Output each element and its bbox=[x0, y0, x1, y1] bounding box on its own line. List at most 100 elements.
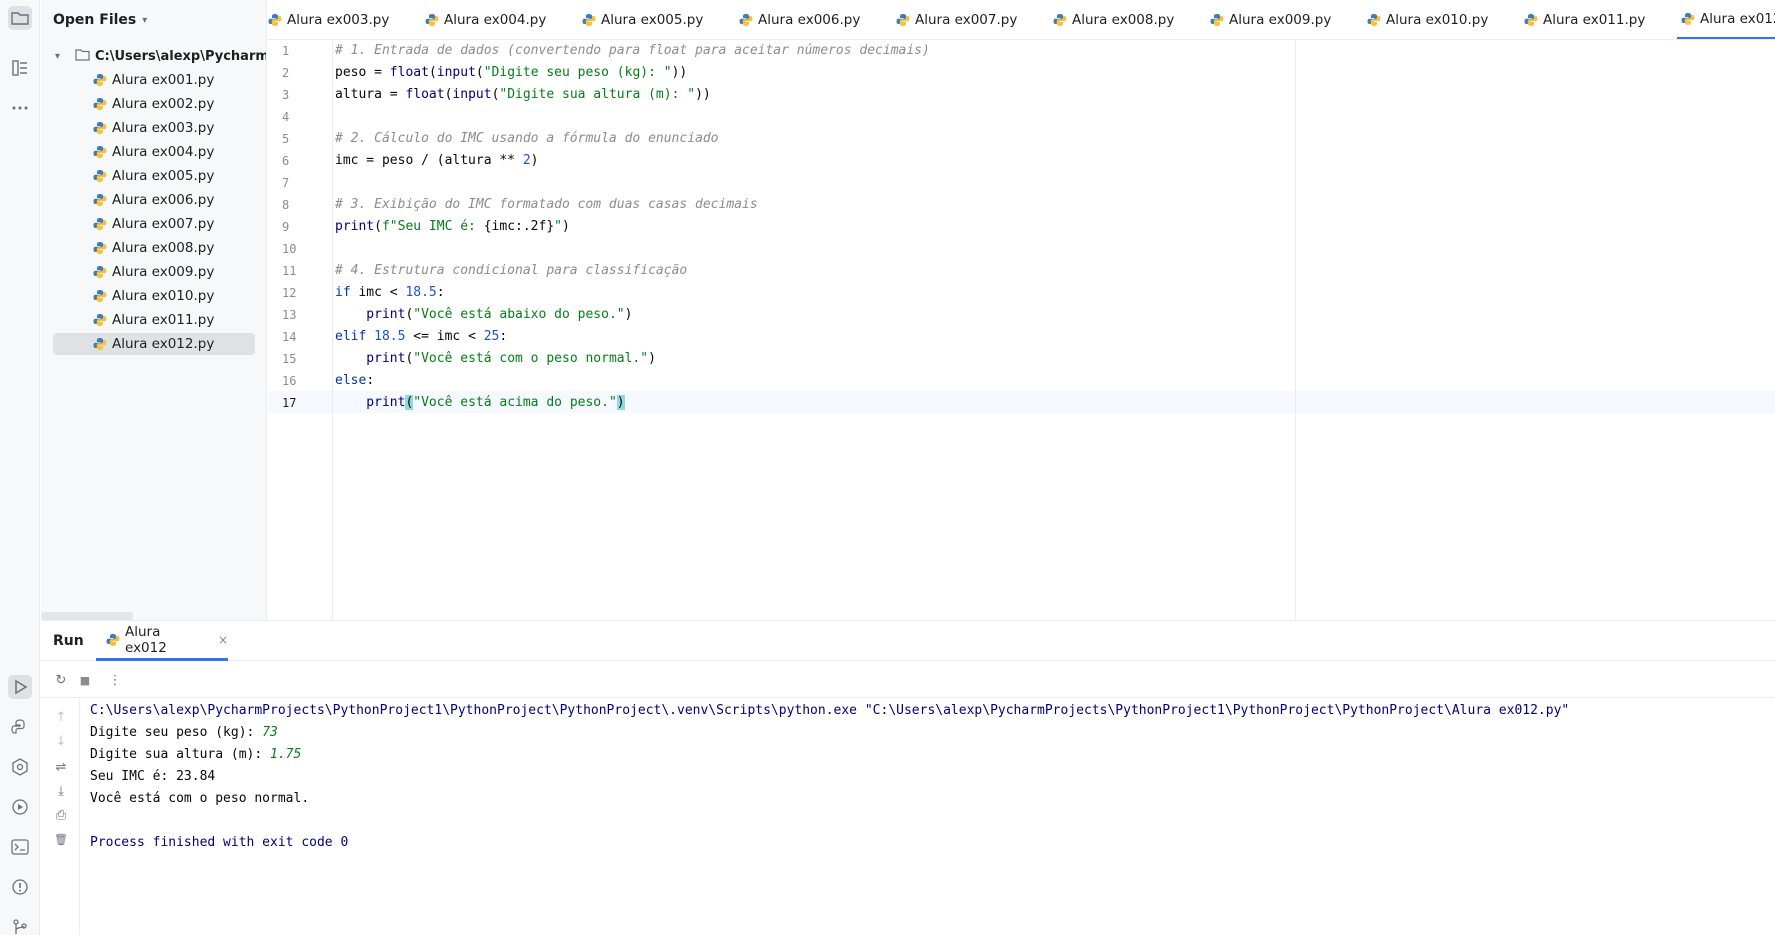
tree-file-item[interactable]: Alura ex006.py bbox=[53, 189, 255, 211]
line-number: 12 bbox=[282, 286, 297, 300]
run-toolbar: ↻ ■ ⋮ bbox=[41, 662, 1775, 698]
tree-file-item[interactable]: Alura ex008.py bbox=[53, 237, 255, 259]
line-number: 6 bbox=[282, 154, 290, 168]
code-token: : bbox=[366, 373, 375, 388]
editor-tab-label: Alura ex007.py bbox=[915, 12, 1018, 28]
comment: # 4. Estrutura condicional para classifi… bbox=[335, 263, 688, 278]
python-packages-icon[interactable] bbox=[8, 715, 32, 739]
editor-tab[interactable]: Alura ex006.py bbox=[735, 0, 868, 39]
code-line: altura = float(input("Digite sua altura … bbox=[335, 84, 711, 106]
console-line: Digite seu peso (kg): 73 bbox=[90, 722, 278, 744]
console-input: 1.75 bbox=[270, 747, 302, 762]
console-output-imc: Seu IMC é: 23.84 bbox=[90, 769, 216, 784]
editor-tab-label: Alura ex010.py bbox=[1386, 12, 1489, 28]
project-panel: Open Files ▾ ▾ C:\Users\alexp\PycharmPro… bbox=[41, 0, 267, 620]
code-token: altura = bbox=[335, 87, 406, 102]
rerun-icon[interactable]: ↻ bbox=[51, 670, 71, 690]
python-file-icon bbox=[1210, 14, 1224, 26]
run-icon[interactable] bbox=[8, 675, 32, 699]
arrow-up-icon[interactable]: ↑ bbox=[51, 707, 71, 727]
line-number: 17 bbox=[282, 396, 297, 410]
code-line: else: bbox=[335, 370, 374, 392]
python-console-icon[interactable] bbox=[8, 755, 32, 779]
comment: # 2. Cálculo do IMC usando a fórmula do … bbox=[335, 131, 719, 146]
folder-icon[interactable] bbox=[8, 6, 32, 30]
tree-file-label: Alura ex008.py bbox=[112, 240, 215, 256]
tree-file-item[interactable]: Alura ex004.py bbox=[53, 141, 255, 163]
more-icon[interactable] bbox=[8, 96, 32, 120]
tree-file-item[interactable]: Alura ex012.py bbox=[53, 333, 255, 355]
tree-file-item[interactable]: Alura ex009.py bbox=[53, 261, 255, 283]
tree-file-item[interactable]: Alura ex005.py bbox=[53, 165, 255, 187]
problems-icon[interactable] bbox=[8, 875, 32, 899]
editor-tab-label: Alura ex005.py bbox=[601, 12, 704, 28]
scroll-to-end-icon[interactable]: ⤓ bbox=[51, 781, 71, 801]
console-prompt: Digite seu peso (kg): bbox=[90, 725, 263, 740]
python-file-icon bbox=[93, 338, 107, 350]
editor-tab[interactable]: Alura ex009.py bbox=[1206, 0, 1339, 39]
comment: # 3. Exibição do IMC formatado com duas … bbox=[335, 197, 758, 212]
tree-root-label: C:\Users\alexp\PycharmProj bbox=[95, 48, 267, 64]
code-editor[interactable]: 1 2 3 4 5 6 7 8 9 10 11 12 13 14 15 16 17 # 1. Entrada d… bbox=[268, 40, 1775, 620]
project-view-title: Open Files bbox=[53, 12, 137, 28]
code-token: imc < bbox=[350, 285, 406, 300]
project-view-selector[interactable]: Open Files ▾ bbox=[41, 0, 266, 40]
editor-tab[interactable]: Alura ex005.py bbox=[578, 0, 711, 39]
tree-file-item[interactable]: Alura ex003.py bbox=[53, 117, 255, 139]
print-icon[interactable]: ⎙ bbox=[51, 805, 71, 825]
soft-wrap-icon[interactable]: ⇌ bbox=[51, 757, 71, 777]
editor-tab-label: Alura ex003.py bbox=[287, 12, 390, 28]
arrow-down-icon[interactable]: ↓ bbox=[51, 731, 71, 751]
tree-file-item[interactable]: Alura ex002.py bbox=[53, 93, 255, 115]
code-line: elif 18.5 <= imc < 25: bbox=[335, 326, 507, 348]
trash-icon[interactable]: 🗑 bbox=[51, 829, 71, 849]
code-line: print("Você está abaixo do peso.") bbox=[335, 304, 632, 326]
editor-tab[interactable]: Alura ex003.py bbox=[268, 0, 397, 39]
chevron-down-icon[interactable]: ▾ bbox=[55, 51, 69, 62]
line-number: 2 bbox=[282, 66, 290, 80]
editor-tab[interactable]: Alura ex012.py bbox=[1677, 0, 1775, 39]
more-options-icon[interactable]: ⋮ bbox=[105, 670, 125, 690]
matched-brace: ) bbox=[616, 395, 625, 410]
code-line: # 1. Entrada de dados (convertendo para … bbox=[335, 40, 930, 62]
console-line: Digite sua altura (m): 1.75 bbox=[90, 744, 301, 766]
run-tab-label: Alura ex012 bbox=[125, 623, 167, 656]
line-number-gutter: 1 2 3 4 5 6 7 8 9 10 11 12 13 14 15 16 17 bbox=[268, 40, 333, 620]
terminal-icon[interactable] bbox=[8, 835, 32, 859]
editor-tab[interactable]: Alura ex010.py bbox=[1363, 0, 1496, 39]
python-file-icon bbox=[106, 633, 120, 646]
code-line: peso = float(input("Digite seu peso (kg)… bbox=[335, 62, 687, 84]
editor-tab[interactable]: Alura ex004.py bbox=[421, 0, 554, 39]
python-file-icon bbox=[1053, 14, 1067, 26]
run-tab[interactable]: Alura ex012 × bbox=[96, 621, 228, 661]
code-token: <= imc < bbox=[405, 329, 484, 344]
code-token: imc = peso / (altura ** bbox=[335, 153, 523, 168]
close-icon[interactable]: × bbox=[218, 633, 228, 647]
tree-file-item[interactable]: Alura ex011.py bbox=[53, 309, 255, 331]
git-icon[interactable] bbox=[8, 915, 32, 935]
python-file-icon bbox=[93, 194, 107, 206]
editor-tab[interactable]: Alura ex007.py bbox=[892, 0, 1025, 39]
editor-tab[interactable]: Alura ex011.py bbox=[1520, 0, 1653, 39]
structure-icon[interactable] bbox=[8, 56, 32, 80]
python-file-icon bbox=[425, 14, 439, 26]
number-token: 18.5 bbox=[405, 285, 437, 300]
line-number: 8 bbox=[282, 198, 290, 212]
builtin-token: print bbox=[335, 307, 406, 322]
tree-file-item[interactable]: Alura ex001.py bbox=[53, 69, 255, 91]
code-line: # 4. Estrutura condicional para classifi… bbox=[335, 260, 687, 282]
tree-file-item[interactable]: Alura ex007.py bbox=[53, 213, 255, 235]
code-line: # 2. Cálculo do IMC usando a fórmula do … bbox=[335, 128, 719, 150]
line-number: 1 bbox=[282, 44, 290, 58]
editor-tab[interactable]: Alura ex008.py bbox=[1049, 0, 1182, 39]
tree-root-folder[interactable]: ▾ C:\Users\alexp\PycharmProj bbox=[41, 46, 267, 66]
tree-file-label: Alura ex003.py bbox=[112, 120, 215, 136]
stop-icon[interactable]: ■ bbox=[75, 670, 95, 690]
code-token: peso = bbox=[335, 65, 390, 80]
services-icon[interactable] bbox=[8, 795, 32, 819]
line-number: 10 bbox=[282, 242, 297, 256]
builtin-token: float bbox=[389, 65, 429, 80]
python-file-icon bbox=[1681, 12, 1695, 25]
tree-file-item[interactable]: Alura ex010.py bbox=[53, 285, 255, 307]
horizontal-scrollbar[interactable] bbox=[41, 612, 133, 620]
